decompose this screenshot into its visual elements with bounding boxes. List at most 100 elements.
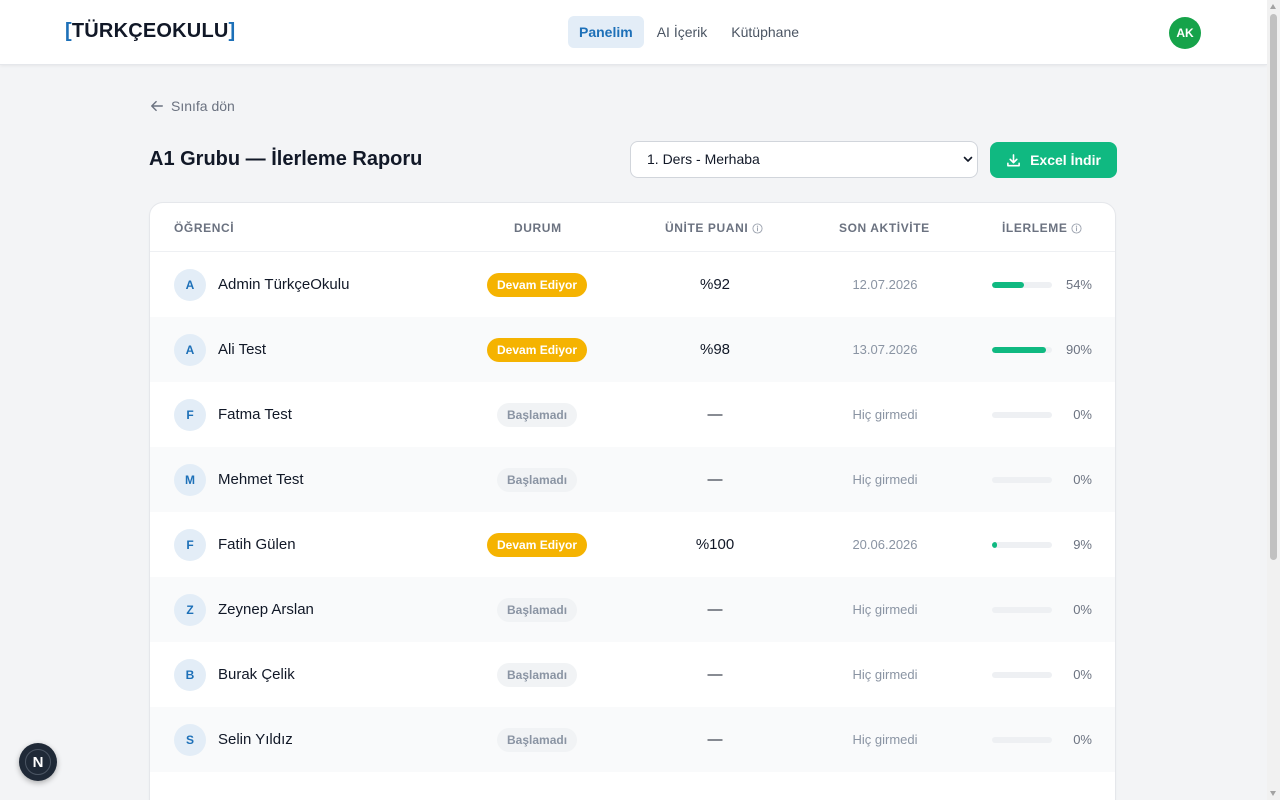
student-initial-avatar: A [174,334,206,366]
student-initial-avatar: M [174,464,206,496]
table-row[interactable]: S Selin Yıldız Başlamadı — Hiç girmedi 0% [150,707,1115,772]
status-badge: Başlamadı [497,663,578,687]
student-name[interactable]: Mehmet Test [218,471,304,488]
student-name[interactable]: Fatma Test [218,406,292,423]
student-initial-avatar: S [174,724,206,756]
download-icon [1007,153,1021,166]
unit-score: %92 [699,276,731,293]
col-header-status-label: DURUM [514,221,562,235]
student-name[interactable]: Zeynep Arslan [218,601,314,618]
top-navbar: [TÜRKÇEOKULU] Panelim AI İçerik Kütüphan… [0,0,1267,65]
progress-bar [992,282,1052,288]
progress-bar [992,737,1052,743]
progress-percent: 0% [1073,667,1092,682]
status-badge: Devam Ediyor [487,273,588,297]
col-header-score[interactable]: ÜNİTE PUANI [665,221,763,235]
chevron-down-icon [963,156,973,162]
page-scrollbar[interactable] [1267,0,1280,800]
col-header-student[interactable]: ÖĞRENCİ [174,221,234,235]
col-header-last-activity[interactable]: SON AKTİVİTE [839,221,930,235]
progress-bar [992,672,1052,678]
student-name[interactable]: Ali Test [218,341,266,358]
progress-bar-fill [992,542,998,548]
table-row[interactable]: A Admin TürkçeOkulu Devam Ediyor %92 12.07.2… [150,252,1115,317]
info-circle-icon[interactable] [752,222,763,234]
excel-download-button[interactable]: Excel İndir [990,142,1117,178]
student-name[interactable]: Fatih Gülen [218,536,296,553]
status-badge: Devam Ediyor [487,338,588,362]
info-circle-icon[interactable] [1071,222,1083,234]
progress-percent: 54% [1065,277,1092,292]
dev-badge-letter: N [32,753,44,771]
scroll-up-arrow-icon[interactable] [1270,4,1276,9]
last-activity: 12.07.2026 [852,277,918,292]
table-row[interactable]: Z Zeynep Arslan Başlamadı — Hiç girmedi 0% [150,577,1115,642]
logo-text: TÜRKÇEOKULU [71,20,229,42]
unit-score: %100 [695,536,735,553]
col-header-score-label: ÜNİTE PUANI [665,221,749,235]
col-header-progress[interactable]: İLERLEME [1002,221,1083,235]
progress-percent: 0% [1073,472,1092,487]
col-header-last-activity-label: SON AKTİVİTE [839,221,930,235]
progress-table: ÖĞRENCİ DURUM ÜNİTE PUANI SON AKTİVİTE İ… [149,202,1116,800]
last-activity: Hiç girmedi [852,732,918,747]
student-initial-avatar: F [174,529,206,561]
status-badge: Devam Ediyor [487,533,588,557]
last-activity: 13.07.2026 [852,342,918,357]
logo-bracket-close: ] [228,20,236,42]
lesson-select-value: 1. Ders - Merhaba [647,151,760,167]
page-title: A1 Grubu — İlerleme Raporu [149,148,423,170]
scrollbar-thumb[interactable] [1270,14,1277,560]
student-initial-avatar: F [174,399,206,431]
table-row[interactable]: M Mehmet Test Başlamadı — Hiç girmedi 0% [150,447,1115,512]
progress-bar [992,412,1052,418]
back-link-label: Sınıfa dön [171,98,235,114]
unit-score: — [707,666,723,683]
progress-bar-fill [992,347,1046,353]
unit-score: — [707,406,723,423]
progress-percent: 0% [1073,602,1092,617]
table-row[interactable]: A Ali Test Devam Ediyor %98 13.07.2026 90% [150,317,1115,382]
back-to-class-link[interactable]: Sınıfa dön [150,98,235,114]
student-name[interactable]: Selin Yıldız [218,731,293,748]
col-header-status[interactable]: DURUM [514,221,562,235]
student-name[interactable]: Burak Çelik [218,666,295,683]
status-badge: Başlamadı [497,468,578,492]
progress-percent: 0% [1073,407,1092,422]
table-row[interactable]: F Fatih Gülen Devam Ediyor %100 20.06.2026 9% [150,512,1115,577]
user-avatar[interactable]: AK [1169,17,1201,49]
student-initial-avatar: B [174,659,206,691]
last-activity: Hiç girmedi [852,472,918,487]
table-row[interactable]: B Burak Çelik Başlamadı — Hiç girmedi 0% [150,642,1115,707]
brand-logo[interactable]: [TÜRKÇEOKULU] [65,20,235,43]
progress-bar [992,477,1052,483]
status-badge: Başlamadı [497,598,578,622]
last-activity: Hiç girmedi [852,602,918,617]
nextjs-logo-icon: N [25,749,51,775]
student-initial-avatar: Z [174,594,206,626]
progress-percent: 0% [1073,732,1092,747]
student-name[interactable]: Admin TürkçeOkulu [218,276,349,293]
table-row[interactable]: F Fatma Test Başlamadı — Hiç girmedi 0% [150,382,1115,447]
arrow-left-icon [151,100,163,112]
last-activity: 20.06.2026 [852,537,918,552]
student-initial-avatar: A [174,269,206,301]
status-badge: Başlamadı [497,403,578,427]
progress-bar [992,607,1052,613]
unit-score: — [707,471,723,488]
nextjs-dev-indicator-button[interactable]: N [19,743,57,781]
nav-item-ai-icerik[interactable]: AI İçerik [646,16,719,48]
logo-bracket-open: [ [65,20,72,42]
table-header: ÖĞRENCİ DURUM ÜNİTE PUANI SON AKTİVİTE İ… [150,203,1115,252]
unit-score: — [707,601,723,618]
lesson-select[interactable]: 1. Ders - Merhaba [630,141,978,178]
progress-percent: 90% [1065,342,1092,357]
nav-item-panelim[interactable]: Panelim [568,16,644,48]
nav-item-kutuphane[interactable]: Kütüphane [720,16,810,48]
unit-score: %98 [699,341,731,358]
col-header-student-label: ÖĞRENCİ [174,221,235,235]
last-activity: Hiç girmedi [852,407,918,422]
progress-bar [992,542,1052,548]
progress-bar [992,347,1052,353]
scroll-down-arrow-icon[interactable] [1270,791,1276,796]
